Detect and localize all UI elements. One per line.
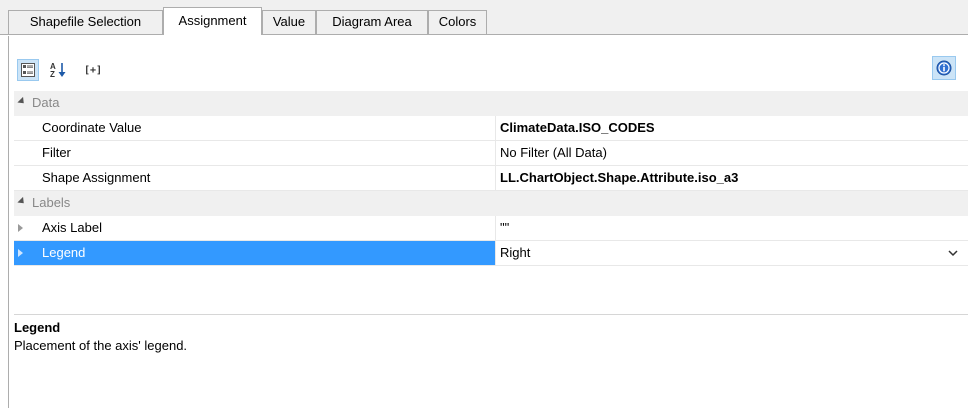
- expand-arrow-icon[interactable]: [18, 224, 23, 232]
- tab-shapefile-selection[interactable]: Shapefile Selection: [8, 10, 163, 34]
- property-row-legend[interactable]: Legend Right: [14, 241, 968, 266]
- info-button[interactable]: [932, 56, 956, 80]
- category-label: Labels: [32, 195, 71, 210]
- tab-colors[interactable]: Colors: [428, 10, 487, 34]
- info-icon: [936, 60, 952, 76]
- property-name: Shape Assignment: [42, 170, 151, 185]
- property-row-filter[interactable]: Filter No Filter (All Data): [14, 141, 968, 166]
- panel-border: [8, 36, 9, 408]
- property-name: Legend: [14, 241, 495, 265]
- property-name: Filter: [42, 145, 71, 160]
- property-row-axis-label[interactable]: Axis Label "": [14, 216, 968, 241]
- property-name: Axis Label: [42, 220, 102, 235]
- property-row-shape-assignment[interactable]: Shape Assignment LL.ChartObject.Shape.At…: [14, 166, 968, 191]
- tab-value[interactable]: Value: [262, 10, 316, 34]
- expand-all-button[interactable]: [+]: [80, 59, 106, 81]
- property-value[interactable]: No Filter (All Data): [496, 141, 968, 165]
- description-text: Placement of the axis' legend.: [14, 338, 188, 353]
- description-divider: [14, 314, 968, 315]
- property-toolbar: A Z [+]: [14, 56, 968, 84]
- svg-text:Z: Z: [50, 70, 55, 79]
- tab-strip: Shapefile Selection Assignment Value Dia…: [0, 0, 968, 36]
- property-name: Coordinate Value: [42, 120, 142, 135]
- alphabetical-sort-button[interactable]: A Z: [50, 59, 66, 81]
- expand-arrow-icon[interactable]: [18, 249, 23, 257]
- tab-strip-divider: [0, 34, 968, 35]
- categorized-view-button[interactable]: [17, 59, 39, 81]
- property-row-coordinate-value[interactable]: Coordinate Value ClimateData.ISO_CODES: [14, 116, 968, 141]
- tab-diagram-area[interactable]: Diagram Area: [316, 10, 428, 34]
- property-value[interactable]: Right: [496, 241, 968, 265]
- tab-assignment[interactable]: Assignment: [163, 7, 262, 35]
- alphabetical-sort-icon: A Z: [50, 62, 66, 79]
- chevron-down-icon[interactable]: [948, 249, 958, 257]
- category-labels[interactable]: Labels: [14, 191, 968, 216]
- categorized-view-icon: [21, 63, 35, 77]
- description-title: Legend: [14, 320, 61, 335]
- property-value[interactable]: ClimateData.ISO_CODES: [496, 116, 968, 140]
- category-data[interactable]: Data: [14, 91, 968, 116]
- property-value[interactable]: "": [496, 216, 968, 240]
- property-value[interactable]: LL.ChartObject.Shape.Attribute.iso_a3: [496, 166, 968, 190]
- category-label: Data: [32, 95, 60, 110]
